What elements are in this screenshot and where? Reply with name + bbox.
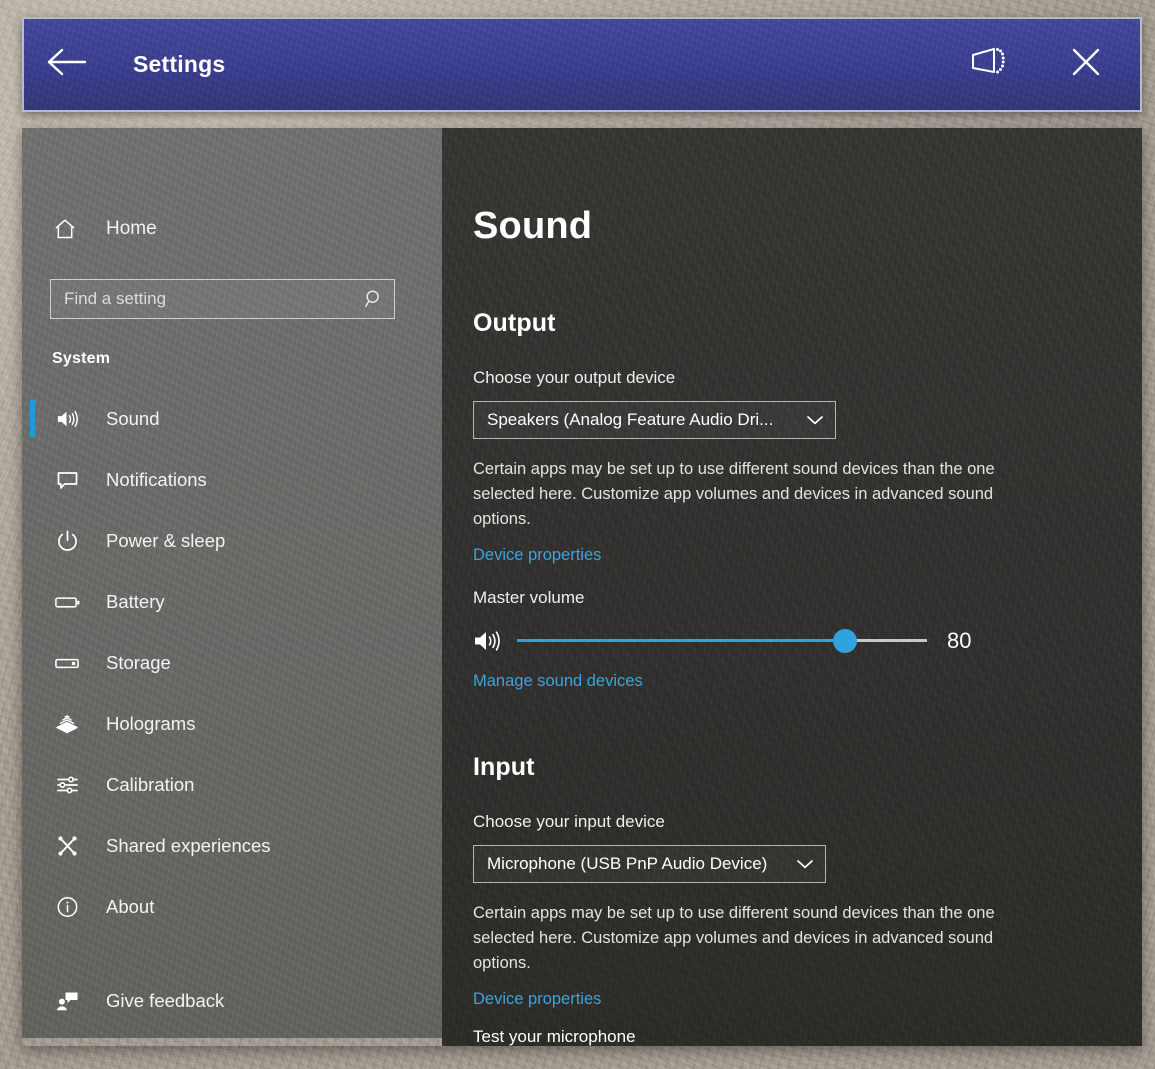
storage-icon: [50, 651, 84, 675]
master-volume-value: 80: [947, 628, 971, 654]
background-wall: Settings: [0, 0, 1155, 1069]
sidebar-item-calibration[interactable]: Calibration: [22, 754, 442, 815]
output-device-dropdown[interactable]: Speakers (Analog Feature Audio Dri...: [473, 401, 836, 439]
sidebar-item-give-feedback[interactable]: Give feedback: [22, 970, 442, 1031]
sidebar-nav-list: Sound Notifications: [22, 388, 442, 1031]
follow-me-button[interactable]: [952, 17, 1024, 112]
output-device-label: Choose your output device: [473, 368, 1142, 388]
sidebar-item-label: Give feedback: [106, 990, 224, 1012]
speaker-volume-icon[interactable]: [473, 628, 505, 654]
app-titlebar: Settings: [22, 17, 1142, 112]
selection-indicator: [30, 400, 35, 437]
sidebar-item-holograms[interactable]: Holograms: [22, 693, 442, 754]
close-button[interactable]: [1050, 17, 1122, 112]
input-device-dropdown[interactable]: Microphone (USB PnP Audio Device): [473, 845, 826, 883]
sidebar-item-battery[interactable]: Battery: [22, 571, 442, 632]
search-icon[interactable]: [354, 280, 394, 318]
output-device-value: Speakers (Analog Feature Audio Dri...: [474, 410, 795, 430]
power-icon: [50, 529, 84, 553]
speaker-icon: [50, 407, 84, 431]
sidebar-group-label: System: [52, 350, 442, 368]
input-device-label: Choose your input device: [473, 812, 1142, 832]
sidebar-item-shared-experiences[interactable]: Shared experiences: [22, 815, 442, 876]
input-device-value: Microphone (USB PnP Audio Device): [474, 854, 785, 874]
info-icon: [50, 895, 84, 919]
settings-content-pane: Sound Output Choose your output device S…: [442, 128, 1142, 1046]
master-volume-slider[interactable]: [517, 626, 927, 656]
search-box[interactable]: [50, 279, 395, 319]
sidebar-item-storage[interactable]: Storage: [22, 632, 442, 693]
master-volume-row: 80: [473, 624, 1142, 658]
chevron-down-icon: [795, 414, 835, 426]
slider-fill: [517, 639, 845, 642]
test-microphone-label: Test your microphone: [473, 1027, 1142, 1046]
back-arrow-icon: [47, 46, 87, 83]
input-device-properties-link[interactable]: Device properties: [473, 990, 601, 1009]
sidebar-item-label: Holograms: [106, 713, 195, 735]
calibration-icon: [50, 773, 84, 797]
sidebar-item-label: Shared experiences: [106, 835, 271, 857]
notification-icon: [50, 468, 84, 492]
sidebar-item-about[interactable]: About: [22, 876, 442, 937]
input-description: Certain apps may be set up to use differ…: [473, 901, 1049, 976]
sidebar-item-label: Calibration: [106, 774, 194, 796]
sidebar-item-notifications[interactable]: Notifications: [22, 449, 442, 510]
sidebar-item-label: Battery: [106, 591, 165, 613]
home-icon: [50, 217, 80, 241]
app-title: Settings: [133, 51, 225, 78]
sidebar-item-label: Sound: [106, 408, 160, 430]
back-button[interactable]: [24, 17, 110, 112]
settings-sidebar: Home System: [22, 128, 442, 1038]
slider-thumb[interactable]: [833, 629, 857, 653]
chevron-down-icon: [785, 858, 825, 870]
sidebar-item-power-and-sleep[interactable]: Power & sleep: [22, 510, 442, 571]
settings-window: Home System: [22, 128, 1142, 1046]
holograms-icon: [50, 712, 84, 736]
input-section-heading: Input: [473, 753, 1142, 782]
output-device-properties-link[interactable]: Device properties: [473, 546, 601, 565]
search-input[interactable]: [51, 289, 354, 309]
sidebar-item-label: Power & sleep: [106, 530, 225, 552]
sidebar-item-label: About: [106, 896, 154, 918]
feedback-icon: [50, 989, 84, 1013]
sidebar-item-home[interactable]: Home: [22, 203, 442, 255]
output-section-heading: Output: [473, 309, 1142, 338]
master-volume-label: Master volume: [473, 588, 1142, 608]
close-icon: [1068, 44, 1104, 85]
manage-sound-devices-link[interactable]: Manage sound devices: [473, 672, 643, 691]
shared-icon: [50, 834, 84, 858]
output-description: Certain apps may be set up to use differ…: [473, 457, 1049, 532]
sidebar-home-label: Home: [106, 218, 157, 240]
follow-me-hologram-icon: [969, 45, 1007, 84]
battery-icon: [50, 590, 84, 614]
sidebar-item-label: Notifications: [106, 469, 207, 491]
sidebar-item-sound[interactable]: Sound: [22, 388, 442, 449]
page-title: Sound: [473, 205, 1142, 248]
sidebar-item-label: Storage: [106, 652, 171, 674]
